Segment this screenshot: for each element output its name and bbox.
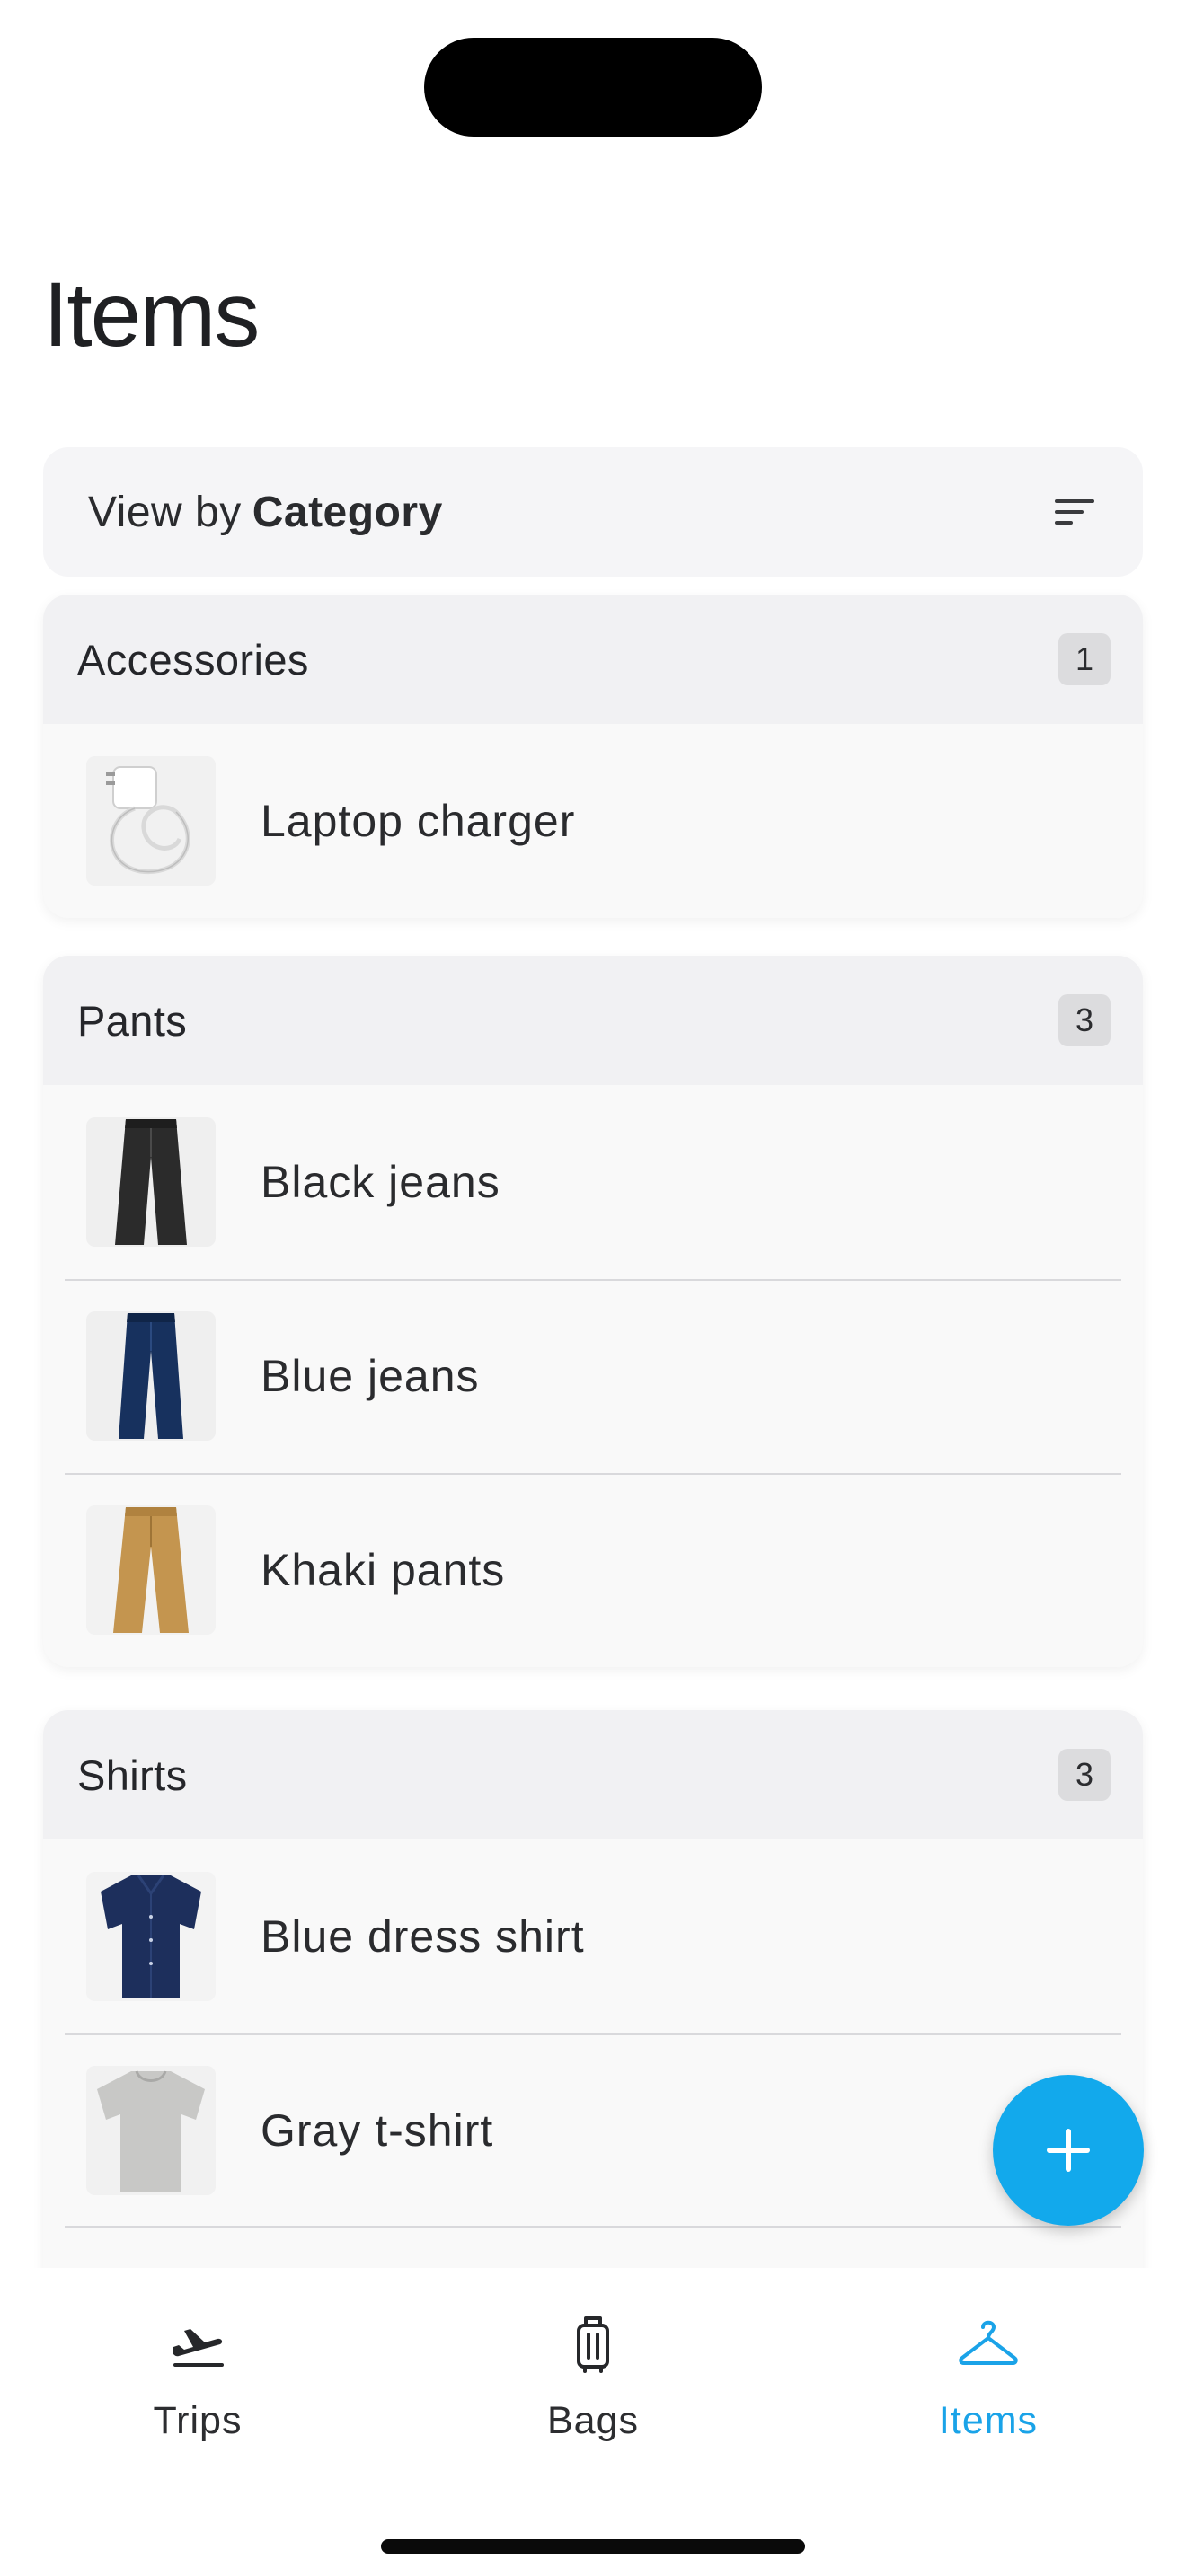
view-by-value: Category xyxy=(252,488,443,536)
add-item-button[interactable] xyxy=(993,2075,1144,2226)
item-label: Gray t-shirt xyxy=(261,2105,494,2156)
laptop-charger-thumbnail xyxy=(86,756,216,886)
item-label: Blue jeans xyxy=(261,1351,480,1401)
category-card-accessories: Accessories 1 Laptop charger xyxy=(43,595,1143,918)
view-by-prefix: View by xyxy=(88,488,242,536)
nav-item-items[interactable]: Items xyxy=(791,2268,1186,2576)
category-header[interactable]: Accessories 1 xyxy=(43,595,1143,724)
list-item[interactable]: Gray t-shirt xyxy=(43,2033,1143,2228)
list-item[interactable]: Blue jeans xyxy=(43,1279,1143,1473)
item-label: Blue dress shirt xyxy=(261,1911,585,1962)
gray-tshirt-thumbnail xyxy=(86,2066,216,2195)
bottom-navigation: Trips Bags Items xyxy=(0,2268,1186,2576)
nav-label: Items xyxy=(938,2399,1039,2442)
count-badge: 3 xyxy=(1058,1749,1111,1801)
item-label: Laptop charger xyxy=(261,796,576,846)
item-label: Khaki pants xyxy=(261,1545,506,1595)
nav-label: Trips xyxy=(153,2399,243,2442)
nav-label: Bags xyxy=(546,2399,639,2442)
nav-item-trips[interactable]: Trips xyxy=(0,2268,395,2576)
khaki-pants-thumbnail xyxy=(86,1505,216,1635)
list-item[interactable]: Laptop charger xyxy=(43,724,1143,918)
view-by-label: View by Category xyxy=(88,488,443,537)
items-screen: Items View by Category Accessories 1 Lap… xyxy=(0,0,1186,2576)
blue-jeans-thumbnail xyxy=(86,1311,216,1441)
list-item[interactable]: Black jeans xyxy=(43,1085,1143,1279)
home-indicator xyxy=(381,2539,805,2554)
list-item[interactable]: Blue dress shirt xyxy=(43,1839,1143,2033)
category-title: Pants xyxy=(77,996,188,1045)
sort-icon[interactable] xyxy=(1051,494,1098,530)
category-card-shirts: Shirts 3 Blue dress shirt Gray t-shirt xyxy=(43,1710,1143,2268)
category-title: Shirts xyxy=(77,1751,188,1799)
blue-dress-shirt-thumbnail xyxy=(86,1872,216,2001)
list-item[interactable]: Khaki pants xyxy=(43,1473,1143,1667)
luggage-icon xyxy=(577,2316,609,2373)
item-label: Black jeans xyxy=(261,1157,500,1207)
page-title: Items xyxy=(43,263,260,366)
plus-icon xyxy=(1047,2129,1090,2172)
view-by-selector[interactable]: View by Category xyxy=(43,447,1143,577)
category-header[interactable]: Pants 3 xyxy=(43,956,1143,1085)
items-list[interactable]: View by Category Accessories 1 Laptop ch… xyxy=(0,431,1186,2268)
category-card-pants: Pants 3 Black jeans Blue jeans Khaki pan… xyxy=(43,956,1143,1667)
count-badge: 3 xyxy=(1058,994,1111,1046)
category-title: Accessories xyxy=(77,635,309,684)
count-badge: 1 xyxy=(1058,633,1111,685)
category-header[interactable]: Shirts 3 xyxy=(43,1710,1143,1839)
dynamic-island xyxy=(424,38,762,137)
airplane-departure-icon xyxy=(173,2329,224,2367)
black-jeans-thumbnail xyxy=(86,1117,216,1247)
nav-item-bags[interactable]: Bags xyxy=(395,2268,791,2576)
hanger-icon xyxy=(959,2320,1018,2365)
